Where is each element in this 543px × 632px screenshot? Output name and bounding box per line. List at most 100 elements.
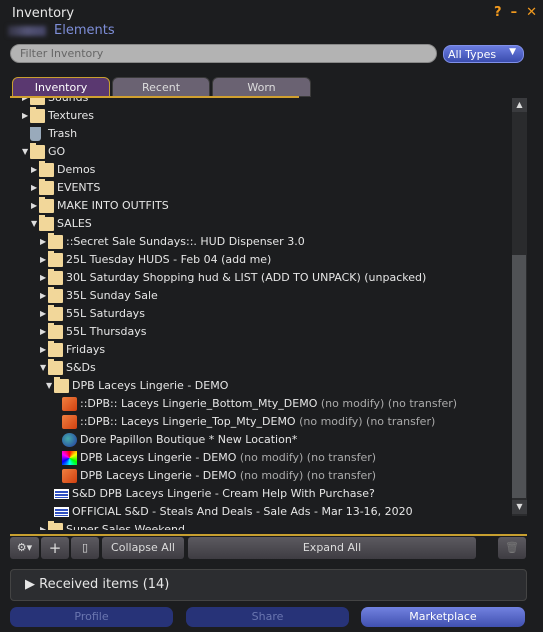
tree-item[interactable]: ▶ 25L Tuesday HUDS - Feb 04 (add me) [10,251,510,269]
item-name: Fridays [66,343,106,356]
tree-item[interactable]: ▶ Super Sales Weekend [10,521,510,530]
item-name: EVENTS [57,181,101,194]
tree-item[interactable]: ▶ 35L Sunday Sale [10,287,510,305]
tree-item[interactable]: ▶ Textures [10,107,510,125]
tree-item[interactable]: Dore Papillon Boutique * New Location* [10,431,510,449]
tree-item[interactable]: DPB Laceys Lingerie - DEMO (no modify) (… [10,449,510,467]
wardrobe-button[interactable]: ▯ [71,537,99,559]
tree-item[interactable]: ::DPB:: Laceys Lingerie_Bottom_Mty_DEMO … [10,395,510,413]
tree-item-label: 55L Thursdays [66,323,147,341]
item-name: OFFICIAL S&D - Steals And Deals - Sale A… [72,505,413,518]
marketplace-button[interactable]: Marketplace [361,607,525,627]
tree-item-label: 35L Sunday Sale [66,287,158,305]
minimize-button[interactable]: – [511,5,518,20]
expand-arrow-icon: ▶ [25,577,40,592]
tree-item-label: Trash [48,125,77,143]
item-name: 30L Saturday Shopping hud & LIST (ADD TO… [66,271,427,284]
close-button[interactable]: ✕ [526,5,537,20]
tree-item[interactable]: ▶ 55L Saturdays [10,305,510,323]
tree-item[interactable]: OFFICIAL S&D - Steals And Deals - Sale A… [10,503,510,521]
item-name: S&D DPB Laceys Lingerie - Cream Help Wit… [72,487,375,500]
collapsed-arrow-icon[interactable]: ▶ [40,287,48,305]
received-items-panel[interactable]: ▶ Received items (14) [10,569,527,601]
scroll-down-button[interactable]: ▼ [512,500,527,514]
tree-item-label: DPB Laceys Lingerie - DEMO (no modify) (… [80,449,376,467]
folder-icon [39,179,54,195]
collapsed-arrow-icon[interactable]: ▶ [40,251,48,269]
collapsed-arrow-icon[interactable]: ▶ [40,233,48,251]
wardrobe-icon: ▯ [81,541,89,554]
tree-item-label: DPB Laceys Lingerie - DEMO (no modify) (… [80,467,376,485]
tree-item-label: Dore Papillon Boutique * New Location* [80,431,297,449]
tab-recent[interactable]: Recent [112,77,210,97]
tree-item[interactable]: ▼ SALES [10,215,510,233]
filter-input[interactable]: Filter Inventory [10,44,437,63]
expanded-arrow-icon[interactable]: ▼ [22,143,30,161]
folder-icon [48,323,63,339]
tree-item[interactable]: ▶ Sounds [10,98,510,107]
tree-item[interactable]: ▶ Fridays [10,341,510,359]
tree-item[interactable]: S&D DPB Laceys Lingerie - Cream Help Wit… [10,485,510,503]
scroll-up-button[interactable]: ▲ [512,98,527,112]
tree-item[interactable]: DPB Laceys Lingerie - DEMO (no modify) (… [10,467,510,485]
tree-item[interactable]: ▼ GO [10,143,510,161]
expanded-arrow-icon[interactable]: ▼ [46,377,54,395]
share-button[interactable]: Share [186,607,349,627]
item-name: DPB Laceys Lingerie - DEMO [80,469,237,482]
help-button[interactable]: ? [494,5,502,20]
chevron-down-icon: ▼ [509,47,516,57]
item-permissions: (no modify) (no transfer) [236,451,377,464]
scrollbar-thumb[interactable] [512,255,526,498]
folder-icon [48,287,63,303]
expanded-arrow-icon[interactable]: ▼ [31,215,39,233]
item-permissions: (no modify) (no transfer) [236,469,377,482]
collapsed-arrow-icon[interactable]: ▶ [40,323,48,341]
tree-item[interactable]: ▶ Demos [10,161,510,179]
tab-inventory[interactable]: Inventory [12,77,110,97]
item-name: 55L Saturdays [66,307,145,320]
tab-worn[interactable]: Worn [212,77,311,97]
tree-item-label: 25L Tuesday HUDS - Feb 04 (add me) [66,251,271,269]
collapsed-arrow-icon[interactable]: ▶ [31,197,39,215]
tree-item[interactable]: ::DPB:: Laceys Lingerie_Top_Mty_DEMO (no… [10,413,510,431]
collapsed-arrow-icon[interactable]: ▶ [31,179,39,197]
item-name: 55L Thursdays [66,325,147,338]
profile-button[interactable]: Profile [10,607,173,627]
collapsed-arrow-icon[interactable]: ▶ [22,98,30,107]
trash-button[interactable]: 🗑 [498,537,526,559]
tree-item[interactable]: ▶ EVENTS [10,179,510,197]
object-icon [62,397,77,411]
tree-item-label: SALES [57,215,92,233]
texture-icon [62,451,77,465]
folder-star-icon [30,98,45,105]
add-button[interactable]: + [41,537,69,559]
tree-item-label: Textures [48,107,94,125]
type-select[interactable]: All Types ▼ [443,45,524,63]
collapsed-arrow-icon[interactable]: ▶ [40,305,48,323]
tree-item[interactable]: ▼ S&Ds [10,359,510,377]
tree-item[interactable]: ▶ 30L Saturday Shopping hud & LIST (ADD T… [10,269,510,287]
item-name: Super Sales Weekend [66,523,185,530]
gear-menu-button[interactable]: ⚙▾ [10,537,39,559]
tree-item[interactable]: ▶ MAKE INTO OUTFITS [10,197,510,215]
collapsed-arrow-icon[interactable]: ▶ [22,107,30,125]
folder-icon [48,269,63,285]
tree-item[interactable]: ▶ 55L Thursdays [10,323,510,341]
folder-icon [48,305,63,321]
object-icon [62,415,77,429]
collapsed-arrow-icon[interactable]: ▶ [40,521,48,530]
folder-icon [39,197,54,213]
tree-item[interactable]: Trash [10,125,510,143]
tree-item[interactable]: ▼ DPB Laceys Lingerie - DEMO [10,377,510,395]
collapsed-arrow-icon[interactable]: ▶ [40,269,48,287]
expand-all-button[interactable]: Expand All [188,537,476,559]
window-title: Inventory [12,6,75,21]
item-name: ::DPB:: Laceys Lingerie_Top_Mty_DEMO [80,415,296,428]
tree-item[interactable]: ▶::Secret Sale Sundays::. HUD Dispenser … [10,233,510,251]
collapse-all-button[interactable]: Collapse All [102,537,184,559]
collapsed-arrow-icon[interactable]: ▶ [31,161,39,179]
item-name: 35L Sunday Sale [66,289,158,302]
collapsed-arrow-icon[interactable]: ▶ [40,341,48,359]
expanded-arrow-icon[interactable]: ▼ [40,359,48,377]
item-name: ::Secret Sale Sundays::. HUD Dispenser 3… [66,235,305,248]
